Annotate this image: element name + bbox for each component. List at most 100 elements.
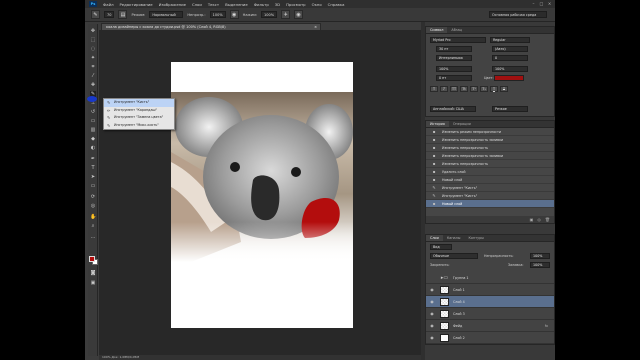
blend-mode-select[interactable]: Обычные (430, 253, 478, 259)
history-item[interactable]: ▪ Изменить непрозрачность (426, 160, 554, 168)
healing-tool-icon[interactable]: ✚ (90, 82, 96, 88)
pen-tool-icon[interactable]: ✒ (90, 156, 96, 162)
new-document-from-state-icon[interactable]: ▣ (530, 217, 534, 222)
menu-window[interactable]: Окно (312, 2, 322, 7)
brush-icon[interactable]: ✎ (91, 10, 100, 19)
menu-filter[interactable]: Фильтр (254, 2, 269, 7)
visibility-eye-icon[interactable]: ◉ (429, 296, 435, 308)
visibility-eye-icon[interactable]: ◉ (429, 308, 435, 320)
menu-layers[interactable]: Слои (192, 2, 202, 7)
zoom-tool-icon[interactable]: ⌕ (90, 223, 96, 229)
menu-view[interactable]: Просмотр (286, 2, 306, 7)
layer-row[interactable]: ◉ Слой 3 (426, 308, 554, 320)
history-item[interactable]: ▪ Новый слой (426, 200, 554, 208)
tab-actions[interactable]: Операции (449, 121, 475, 127)
eraser-tool-icon[interactable]: ▭ (90, 118, 96, 124)
shape-tool-icon[interactable]: ▭ (90, 183, 96, 189)
blur-tool-icon[interactable]: ◆ (90, 136, 96, 142)
eyedropper-tool-icon[interactable]: ⁄ (90, 73, 96, 79)
horizontal-scale-input[interactable]: 100% (492, 66, 528, 72)
subscript-button[interactable]: T₁ (480, 86, 488, 92)
close-window-button[interactable]: × (547, 1, 552, 6)
history-item[interactable]: ▪ Изменить режим непрозрачности (426, 128, 554, 136)
text-color-swatch[interactable] (494, 75, 524, 81)
flyout-item-pencil[interactable]: ✏ Инструмент "Карандаш" (104, 107, 174, 115)
underline-button[interactable]: T (490, 86, 498, 92)
tab-channels[interactable]: Каналы (443, 235, 465, 241)
font-style-select[interactable]: Regular (490, 37, 530, 43)
gradient-tool-icon[interactable]: ▥ (90, 127, 96, 133)
history-item[interactable]: ▪ Новый слой (426, 176, 554, 184)
lasso-tool-icon[interactable]: ◌ (90, 46, 96, 52)
document-canvas[interactable] (171, 62, 353, 328)
flow-input[interactable]: 100% (261, 11, 278, 18)
history-item[interactable]: ✎ Инструмент "Кисть" (426, 184, 554, 192)
marquee-tool-icon[interactable]: ⬚ (90, 37, 96, 43)
pressure-opacity-icon[interactable]: ◉ (229, 10, 239, 19)
tab-paths[interactable]: Контуры (464, 235, 488, 241)
all-caps-button[interactable]: TT (450, 86, 458, 92)
tab-character[interactable]: Символ (426, 27, 448, 33)
leading-input[interactable]: (Авто) (492, 46, 528, 52)
strikethrough-button[interactable]: T (500, 86, 508, 92)
history-item[interactable]: ▪ Изменить непрозрачность заливки (426, 136, 554, 144)
dodge-tool-icon[interactable]: ◐ (90, 145, 96, 151)
history-brush-tool-icon[interactable]: ↺ (90, 109, 96, 115)
small-caps-button[interactable]: Tt (460, 86, 468, 92)
mode-select[interactable]: Нормальный (149, 11, 184, 18)
3d-rotate-tool-icon[interactable]: ⟳ (90, 194, 96, 200)
flyout-item-color-replacement[interactable]: ✎ Инструмент "Замена цвета" (104, 114, 174, 122)
vertical-scale-input[interactable]: 100% (436, 66, 472, 72)
path-select-tool-icon[interactable]: ➤ (90, 174, 96, 180)
font-family-select[interactable]: Myriad Pro (430, 37, 486, 43)
menu-help[interactable]: Справка (328, 2, 345, 7)
type-tool-icon[interactable]: T (90, 165, 96, 171)
superscript-button[interactable]: T¹ (470, 86, 478, 92)
tab-paragraph[interactable]: Абзац (447, 27, 466, 33)
faux-bold-button[interactable]: T (430, 86, 438, 92)
visibility-eye-icon[interactable]: ◉ (429, 320, 435, 332)
tab-layers[interactable]: Слои (426, 235, 443, 241)
layer-row[interactable]: ◉ Слой 2 (426, 332, 554, 344)
history-item[interactable]: ✎ Инструмент "Кисть" (426, 192, 554, 200)
pressure-size-icon[interactable]: ◉ (294, 10, 304, 19)
brush-panel-toggle-icon[interactable]: ▤ (118, 10, 128, 19)
crop-tool-icon[interactable]: ⌗ (90, 64, 96, 70)
menu-select[interactable]: Выделение (225, 2, 248, 7)
layer-row[interactable]: ◉ Слой 4 (426, 296, 554, 308)
3d-camera-tool-icon[interactable]: ◎ (90, 203, 96, 209)
antialias-select[interactable]: Резкое (492, 106, 528, 112)
layer-row[interactable]: ▸▭ Группа 1 (426, 272, 554, 284)
fill-input[interactable]: 100% (530, 262, 550, 268)
canvas-area[interactable] (87, 30, 421, 355)
screen-mode-icon[interactable]: ▣ (90, 280, 96, 286)
tracking-input[interactable]: 0 (492, 55, 528, 61)
layer-row[interactable]: ◉ Фейд fx (426, 320, 554, 332)
layer-effects-icon[interactable]: fx (545, 320, 548, 332)
menu-image[interactable]: Изображение (159, 2, 186, 7)
menu-3d[interactable]: 3D (275, 2, 280, 7)
font-size-input[interactable]: 30 пт (436, 46, 472, 52)
foreground-color-swatch[interactable] (89, 256, 95, 262)
opacity-input[interactable]: 100% (209, 11, 226, 18)
menu-edit[interactable]: Редактирование (120, 2, 153, 7)
layer-filter-select[interactable]: Вид (430, 244, 452, 250)
hand-tool-icon[interactable]: ✋ (90, 214, 96, 220)
maximize-button[interactable]: □ (539, 1, 544, 6)
quick-select-tool-icon[interactable]: ✦ (90, 55, 96, 61)
airbrush-icon[interactable]: ✈ (281, 10, 291, 19)
layer-opacity-input[interactable]: 100% (530, 253, 550, 259)
tab-history[interactable]: История (426, 121, 449, 127)
visibility-eye-icon[interactable]: ◉ (429, 332, 435, 344)
document-tab[interactable]: коала дизайнеры с коала до студии.psd @ … (101, 23, 321, 30)
visibility-eye-icon[interactable]: ◉ (429, 284, 435, 296)
flyout-item-mixer-brush[interactable]: ✎ Инструмент "Микс-кисть" (104, 122, 174, 130)
new-snapshot-icon[interactable]: ◎ (537, 217, 541, 222)
language-select[interactable]: Английский: США (430, 106, 476, 112)
baseline-shift-input[interactable]: 0 пт (436, 75, 472, 81)
menu-type[interactable]: Текст (208, 2, 219, 7)
quick-mask-icon[interactable]: ◙ (90, 270, 96, 276)
history-item[interactable]: ▪ Изменить непрозрачность заливки (426, 152, 554, 160)
menu-file[interactable]: Файл (103, 2, 114, 7)
layer-row[interactable]: ◉ Слой 1 (426, 284, 554, 296)
